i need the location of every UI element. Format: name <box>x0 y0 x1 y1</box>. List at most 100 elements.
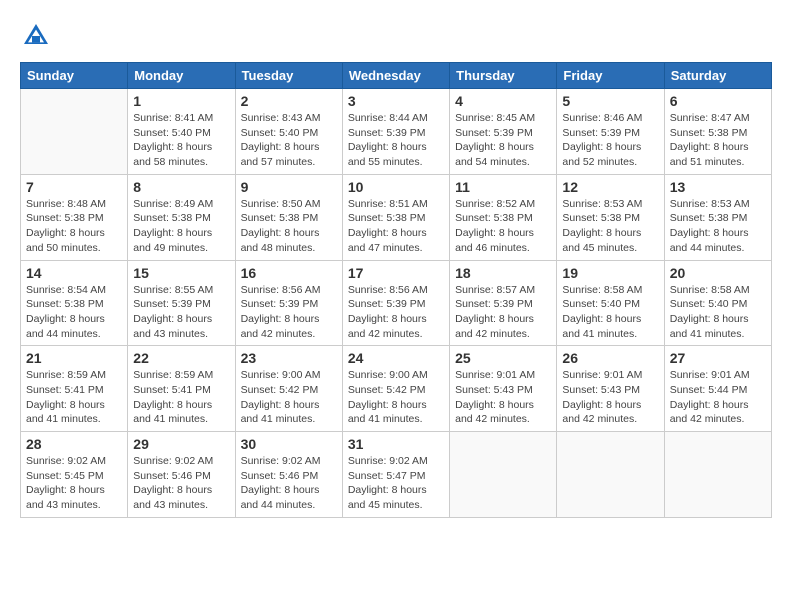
day-info: Sunrise: 9:01 AM Sunset: 5:43 PM Dayligh… <box>455 368 551 427</box>
weekday-header-tuesday: Tuesday <box>235 63 342 89</box>
day-number: 19 <box>562 265 658 281</box>
logo <box>20 20 56 52</box>
day-info: Sunrise: 8:58 AM Sunset: 5:40 PM Dayligh… <box>670 283 766 342</box>
day-number: 18 <box>455 265 551 281</box>
day-info: Sunrise: 8:41 AM Sunset: 5:40 PM Dayligh… <box>133 111 229 170</box>
calendar-cell <box>21 89 128 175</box>
day-info: Sunrise: 8:49 AM Sunset: 5:38 PM Dayligh… <box>133 197 229 256</box>
day-info: Sunrise: 8:46 AM Sunset: 5:39 PM Dayligh… <box>562 111 658 170</box>
weekday-header-wednesday: Wednesday <box>342 63 449 89</box>
calendar-cell <box>450 432 557 518</box>
week-row-4: 21 Sunrise: 8:59 AM Sunset: 5:41 PM Dayli… <box>21 346 772 432</box>
day-number: 7 <box>26 179 122 195</box>
calendar-cell: 27 Sunrise: 9:01 AM Sunset: 5:44 PM Dayli… <box>664 346 771 432</box>
day-number: 11 <box>455 179 551 195</box>
weekday-header-saturday: Saturday <box>664 63 771 89</box>
day-info: Sunrise: 8:50 AM Sunset: 5:38 PM Dayligh… <box>241 197 337 256</box>
weekday-header-sunday: Sunday <box>21 63 128 89</box>
calendar-cell: 29Sunrise: 9:02 AM Sunset: 5:46 PM Dayli… <box>128 432 235 518</box>
weekday-header-row: SundayMondayTuesdayWednesdayThursdayFrid… <box>21 63 772 89</box>
day-info: Sunrise: 8:51 AM Sunset: 5:38 PM Dayligh… <box>348 197 444 256</box>
calendar-cell: 30 Sunrise: 9:02 AM Sunset: 5:46 PM Dayli… <box>235 432 342 518</box>
calendar-cell: 24 Sunrise: 9:00 AM Sunset: 5:42 PM Dayli… <box>342 346 449 432</box>
day-info: Sunrise: 8:44 AM Sunset: 5:39 PM Dayligh… <box>348 111 444 170</box>
day-info: Sunrise: 8:57 AM Sunset: 5:39 PM Dayligh… <box>455 283 551 342</box>
calendar: SundayMondayTuesdayWednesdayThursdayFrid… <box>20 62 772 518</box>
calendar-cell: 3 Sunrise: 8:44 AM Sunset: 5:39 PM Daylig… <box>342 89 449 175</box>
day-number: 13 <box>670 179 766 195</box>
day-number: 5 <box>562 93 658 109</box>
weekday-header-friday: Friday <box>557 63 664 89</box>
calendar-cell: 2Sunrise: 8:43 AM Sunset: 5:40 PM Daylig… <box>235 89 342 175</box>
calendar-cell: 18 Sunrise: 8:57 AM Sunset: 5:39 PM Dayli… <box>450 260 557 346</box>
calendar-cell: 7 Sunrise: 8:48 AM Sunset: 5:38 PM Daylig… <box>21 174 128 260</box>
calendar-cell <box>664 432 771 518</box>
calendar-cell: 4 Sunrise: 8:45 AM Sunset: 5:39 PM Daylig… <box>450 89 557 175</box>
day-info: Sunrise: 9:02 AM Sunset: 5:46 PM Dayligh… <box>241 454 337 513</box>
weekday-header-monday: Monday <box>128 63 235 89</box>
calendar-cell: 10 Sunrise: 8:51 AM Sunset: 5:38 PM Dayli… <box>342 174 449 260</box>
calendar-cell: 6 Sunrise: 8:47 AM Sunset: 5:38 PM Daylig… <box>664 89 771 175</box>
calendar-cell: 22Sunrise: 8:59 AM Sunset: 5:41 PM Dayli… <box>128 346 235 432</box>
day-info: Sunrise: 9:00 AM Sunset: 5:42 PM Dayligh… <box>241 368 337 427</box>
day-info: Sunrise: 8:55 AM Sunset: 5:39 PM Dayligh… <box>133 283 229 342</box>
day-number: 14 <box>26 265 122 281</box>
day-info: Sunrise: 8:53 AM Sunset: 5:38 PM Dayligh… <box>670 197 766 256</box>
calendar-cell: 17Sunrise: 8:56 AM Sunset: 5:39 PM Dayli… <box>342 260 449 346</box>
day-info: Sunrise: 8:52 AM Sunset: 5:38 PM Dayligh… <box>455 197 551 256</box>
calendar-cell: 21 Sunrise: 8:59 AM Sunset: 5:41 PM Dayli… <box>21 346 128 432</box>
week-row-3: 14 Sunrise: 8:54 AM Sunset: 5:38 PM Dayli… <box>21 260 772 346</box>
calendar-cell: 31 Sunrise: 9:02 AM Sunset: 5:47 PM Dayli… <box>342 432 449 518</box>
calendar-cell: 28Sunrise: 9:02 AM Sunset: 5:45 PM Dayli… <box>21 432 128 518</box>
day-info: Sunrise: 8:58 AM Sunset: 5:40 PM Dayligh… <box>562 283 658 342</box>
calendar-cell: 5 Sunrise: 8:46 AM Sunset: 5:39 PM Daylig… <box>557 89 664 175</box>
day-number: 29 <box>133 436 229 452</box>
day-info: Sunrise: 8:47 AM Sunset: 5:38 PM Dayligh… <box>670 111 766 170</box>
calendar-cell: 14 Sunrise: 8:54 AM Sunset: 5:38 PM Dayli… <box>21 260 128 346</box>
day-info: Sunrise: 8:48 AM Sunset: 5:38 PM Dayligh… <box>26 197 122 256</box>
calendar-cell: 11 Sunrise: 8:52 AM Sunset: 5:38 PM Dayli… <box>450 174 557 260</box>
day-number: 27 <box>670 350 766 366</box>
day-info: Sunrise: 9:01 AM Sunset: 5:44 PM Dayligh… <box>670 368 766 427</box>
calendar-cell <box>557 432 664 518</box>
calendar-cell: 1 Sunrise: 8:41 AM Sunset: 5:40 PM Daylig… <box>128 89 235 175</box>
calendar-cell: 20Sunrise: 8:58 AM Sunset: 5:40 PM Dayli… <box>664 260 771 346</box>
day-info: Sunrise: 8:45 AM Sunset: 5:39 PM Dayligh… <box>455 111 551 170</box>
day-info: Sunrise: 8:56 AM Sunset: 5:39 PM Dayligh… <box>241 283 337 342</box>
day-number: 23 <box>241 350 337 366</box>
week-row-2: 7 Sunrise: 8:48 AM Sunset: 5:38 PM Daylig… <box>21 174 772 260</box>
day-number: 22 <box>133 350 229 366</box>
calendar-cell: 13 Sunrise: 8:53 AM Sunset: 5:38 PM Dayli… <box>664 174 771 260</box>
day-number: 31 <box>348 436 444 452</box>
day-number: 9 <box>241 179 337 195</box>
day-number: 1 <box>133 93 229 109</box>
day-number: 8 <box>133 179 229 195</box>
day-number: 10 <box>348 179 444 195</box>
day-number: 21 <box>26 350 122 366</box>
day-number: 15 <box>133 265 229 281</box>
day-info: Sunrise: 8:59 AM Sunset: 5:41 PM Dayligh… <box>26 368 122 427</box>
day-info: Sunrise: 8:56 AM Sunset: 5:39 PM Dayligh… <box>348 283 444 342</box>
day-info: Sunrise: 8:54 AM Sunset: 5:38 PM Dayligh… <box>26 283 122 342</box>
week-row-1: 1 Sunrise: 8:41 AM Sunset: 5:40 PM Daylig… <box>21 89 772 175</box>
weekday-header-thursday: Thursday <box>450 63 557 89</box>
day-number: 26 <box>562 350 658 366</box>
day-number: 24 <box>348 350 444 366</box>
calendar-cell: 12Sunrise: 8:53 AM Sunset: 5:38 PM Dayli… <box>557 174 664 260</box>
day-info: Sunrise: 9:02 AM Sunset: 5:47 PM Dayligh… <box>348 454 444 513</box>
day-number: 12 <box>562 179 658 195</box>
calendar-cell: 25 Sunrise: 9:01 AM Sunset: 5:43 PM Dayli… <box>450 346 557 432</box>
calendar-cell: 8 Sunrise: 8:49 AM Sunset: 5:38 PM Daylig… <box>128 174 235 260</box>
day-info: Sunrise: 9:01 AM Sunset: 5:43 PM Dayligh… <box>562 368 658 427</box>
calendar-cell: 15 Sunrise: 8:55 AM Sunset: 5:39 PM Dayli… <box>128 260 235 346</box>
calendar-cell: 23 Sunrise: 9:00 AM Sunset: 5:42 PM Dayli… <box>235 346 342 432</box>
day-number: 25 <box>455 350 551 366</box>
day-number: 6 <box>670 93 766 109</box>
day-info: Sunrise: 9:00 AM Sunset: 5:42 PM Dayligh… <box>348 368 444 427</box>
day-number: 3 <box>348 93 444 109</box>
day-number: 30 <box>241 436 337 452</box>
day-number: 4 <box>455 93 551 109</box>
day-number: 16 <box>241 265 337 281</box>
calendar-cell: 9 Sunrise: 8:50 AM Sunset: 5:38 PM Daylig… <box>235 174 342 260</box>
calendar-body: 1 Sunrise: 8:41 AM Sunset: 5:40 PM Daylig… <box>21 89 772 518</box>
